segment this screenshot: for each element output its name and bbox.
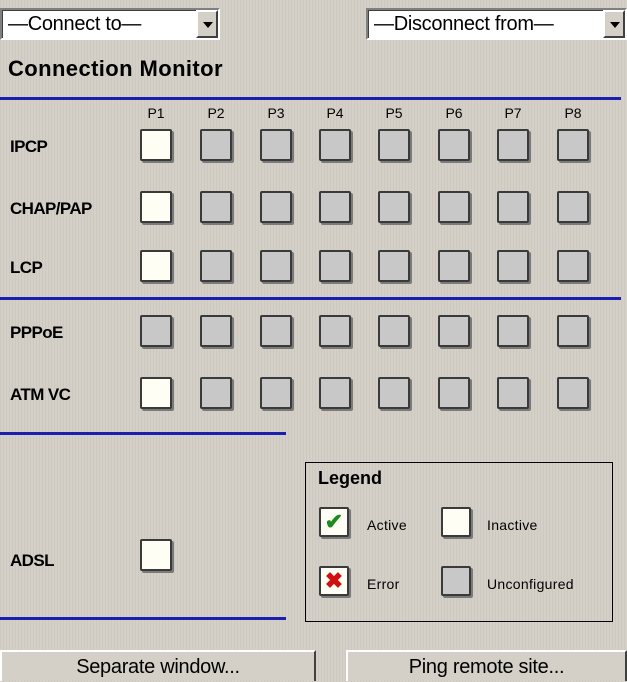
status-cell — [140, 129, 172, 161]
legend: Legend ✔ Active Inactive ✖ Error Unconfi… — [305, 462, 613, 622]
status-cell — [200, 129, 232, 161]
status-cell — [438, 377, 470, 409]
status-cell — [438, 129, 470, 161]
status-cell — [557, 315, 589, 347]
divider-bottom — [0, 617, 286, 620]
legend-error-label: Error — [367, 576, 400, 592]
status-cell — [200, 377, 232, 409]
row-label: CHAP/PAP — [10, 199, 92, 218]
status-cell — [260, 250, 292, 282]
column-header-p4: P4 — [326, 105, 344, 121]
row-label: PPPoE — [10, 323, 63, 342]
status-cell — [319, 129, 351, 161]
column-header-p3: P3 — [267, 105, 285, 121]
status-cell — [260, 377, 292, 409]
disconnect-from-select[interactable]: —Disconnect from— — [366, 8, 627, 40]
adsl-status-cell — [140, 539, 172, 571]
status-cell — [200, 191, 232, 223]
status-cell — [438, 250, 470, 282]
divider-middle — [0, 297, 621, 300]
row-label: LCP — [10, 258, 43, 277]
status-cell — [438, 191, 470, 223]
connect-to-dropdown-button[interactable] — [196, 10, 218, 38]
chevron-down-icon — [203, 22, 213, 28]
status-cell — [557, 377, 589, 409]
status-cell — [557, 129, 589, 161]
column-header-p5: P5 — [385, 105, 403, 121]
status-cell — [319, 191, 351, 223]
status-cell — [378, 250, 410, 282]
connect-to-value: —Connect to— — [8, 13, 142, 35]
divider-lower — [0, 432, 286, 435]
error-x-icon: ✖ — [324, 568, 344, 593]
checkmark-icon: ✔ — [324, 509, 344, 534]
status-cell — [378, 129, 410, 161]
status-cell — [140, 250, 172, 282]
page-title: Connection Monitor — [8, 56, 223, 81]
column-header-p1: P1 — [147, 105, 165, 121]
status-cell — [319, 315, 351, 347]
status-cell — [140, 191, 172, 223]
status-cell — [557, 250, 589, 282]
legend-unconfigured-icon — [441, 566, 471, 596]
row-label-adsl: ADSL — [10, 551, 54, 570]
legend-title: Legend — [318, 468, 383, 488]
column-header-p2: P2 — [207, 105, 225, 121]
status-cell — [497, 315, 529, 347]
status-cell — [497, 129, 529, 161]
column-header-p6: P6 — [445, 105, 463, 121]
status-cell — [438, 315, 470, 347]
column-header-p8: P8 — [564, 105, 582, 121]
status-cell — [378, 377, 410, 409]
status-cell — [140, 315, 172, 347]
row-label: ATM VC — [10, 385, 71, 404]
status-cell — [497, 377, 529, 409]
chevron-down-icon — [610, 22, 620, 28]
ping-remote-site-button[interactable]: Ping remote site... — [346, 650, 627, 681]
legend-active-label: Active — [367, 517, 407, 533]
status-cell — [378, 191, 410, 223]
status-cell — [260, 315, 292, 347]
status-cell — [319, 377, 351, 409]
status-cell — [200, 250, 232, 282]
status-cell — [140, 377, 172, 409]
legend-inactive-icon — [441, 507, 471, 537]
status-cell — [200, 315, 232, 347]
status-cell — [319, 250, 351, 282]
disconnect-from-value: —Disconnect from— — [374, 13, 554, 35]
status-cell — [497, 191, 529, 223]
divider-top — [0, 97, 621, 100]
legend-active-icon: ✔ — [319, 507, 349, 537]
status-cell — [260, 191, 292, 223]
connect-to-select[interactable]: —Connect to— — [0, 8, 220, 40]
status-cell — [260, 129, 292, 161]
legend-unconfigured-label: Unconfigured — [487, 576, 574, 592]
status-cell — [557, 191, 589, 223]
legend-error-icon: ✖ — [319, 566, 349, 596]
row-label: IPCP — [10, 137, 48, 156]
status-cell — [497, 250, 529, 282]
column-header-p7: P7 — [504, 105, 522, 121]
separate-window-button[interactable]: Separate window... — [0, 650, 316, 681]
legend-inactive-label: Inactive — [487, 517, 538, 533]
disconnect-from-dropdown-button[interactable] — [603, 10, 625, 38]
status-cell — [378, 315, 410, 347]
